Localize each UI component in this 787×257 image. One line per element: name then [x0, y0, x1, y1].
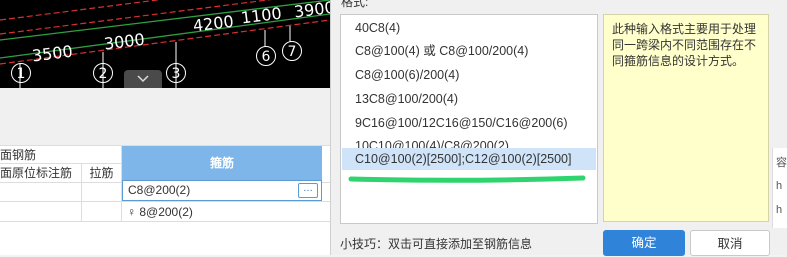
- stirrup-input-value[interactable]: C8@200(2): [128, 183, 190, 197]
- group-header: 面钢筋: [0, 146, 122, 164]
- format-option[interactable]: 9C16@100/12C16@150/C16@200(6): [342, 112, 596, 134]
- toolbar-strip: [0, 88, 330, 146]
- format-option[interactable]: 40C8(4): [342, 17, 596, 39]
- axis-marker-6: 6: [256, 46, 276, 66]
- right-panel-edge: 容 h h: [772, 148, 787, 228]
- axis-marker-1: 1: [11, 63, 31, 83]
- format-option[interactable]: C8@100(6)/200(4): [342, 64, 596, 86]
- chevron-down-icon: [137, 75, 149, 83]
- row2-stirrup-value[interactable]: ♀ 8@200(2): [127, 204, 317, 221]
- format-label: 格式:: [341, 0, 369, 9]
- ok-button[interactable]: 确定: [603, 230, 685, 256]
- stirrup-format-dialog: 格式: 40C8(4) C8@100(4) 或 C8@100/200(4) C8…: [330, 0, 787, 256]
- axis-marker-7: 7: [282, 41, 302, 61]
- stirrup-input-cell[interactable]: C8@200(2) …: [122, 180, 322, 201]
- column-header-original-mark: 面原位标注筋: [0, 164, 82, 182]
- tip-text: 小技巧：双击可直接添加至钢筋信息: [340, 237, 533, 251]
- cancel-button[interactable]: 取消: [690, 230, 770, 256]
- highlight-annotation-stroke: [348, 175, 586, 183]
- format-option[interactable]: 13C8@100/200(4): [342, 88, 596, 110]
- row-divider: [0, 221, 330, 222]
- collapse-handle[interactable]: [124, 70, 162, 88]
- row1-tie-cell: [82, 183, 122, 202]
- format-option-selected[interactable]: C10@100(2)[2500];C12@100(2)[2500]: [342, 148, 596, 170]
- format-option[interactable]: C8@100(4) 或 C8@100/200(4): [342, 40, 596, 62]
- row1-original-cell: [0, 183, 82, 202]
- column-header-stirrup[interactable]: 箍筋: [122, 146, 322, 180]
- rebar-table-area: 面钢筋 面原位标注筋 拉筋 箍筋 C8@200(2) … ♀ 8@200(2): [0, 88, 330, 255]
- format-description: 此种输入格式主要用于处理同一跨梁内不同范围存在不同箍筋信息的设计方式。: [603, 14, 769, 222]
- row2-original-cell: [0, 202, 82, 221]
- dimension-3900: 3900: [292, 0, 330, 22]
- more-options-button[interactable]: …: [298, 183, 318, 198]
- column-header-tie-bar: 拉筋: [82, 164, 122, 182]
- axis-marker-2: 2: [93, 63, 113, 83]
- axis-marker-3: 3: [166, 63, 186, 83]
- cad-drawing-view[interactable]: 3500 3000 4200 1100 3900 1 2 3 6 7: [0, 0, 330, 88]
- row2-tie-cell: [82, 202, 122, 221]
- format-options-list[interactable]: 40C8(4) C8@100(4) 或 C8@100/200(4) C8@100…: [340, 14, 598, 224]
